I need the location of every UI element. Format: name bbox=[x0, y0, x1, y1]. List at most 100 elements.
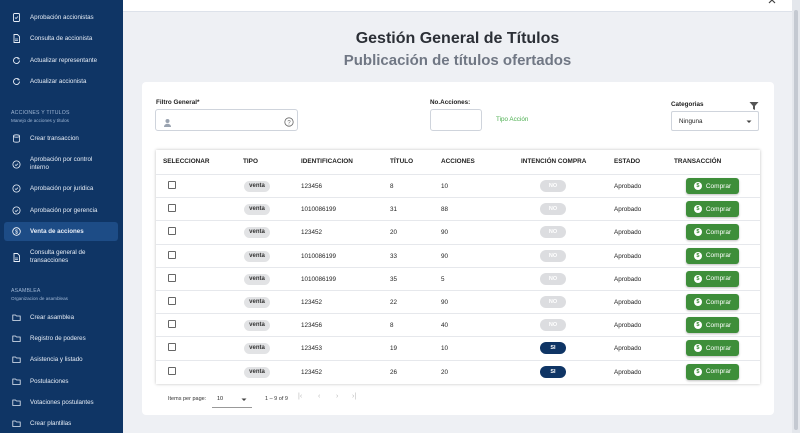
cell-titulo: 19 bbox=[390, 345, 398, 353]
cell-acciones: 88 bbox=[441, 206, 449, 214]
scrollbar[interactable] bbox=[792, 0, 800, 433]
cell-acciones: 10 bbox=[441, 183, 449, 190]
tipo-accion-toggle[interactable]: Tipo Acción bbox=[496, 116, 528, 123]
dollar-icon: $ bbox=[693, 251, 702, 260]
comprar-label: Comprar bbox=[705, 275, 732, 283]
page-subtitle: Publicación de títulos ofertados bbox=[343, 52, 572, 69]
cell-identificacion: 123453 bbox=[301, 345, 323, 353]
sidebar-item-label: Asistencia y listado bbox=[30, 355, 83, 363]
cell-estado: Aprobado bbox=[614, 368, 642, 376]
refresh-icon bbox=[12, 56, 21, 65]
row-checkbox[interactable] bbox=[168, 250, 176, 259]
cell-identificacion: 1010086199 bbox=[301, 206, 337, 214]
comprar-label: Comprar bbox=[705, 344, 732, 352]
cell-identificacion: 123456 bbox=[301, 322, 323, 330]
intencion-badge: SI bbox=[540, 342, 566, 355]
sidebar-item-postulaciones[interactable]: Postulaciones bbox=[4, 377, 118, 386]
categorias-select[interactable]: Ninguna bbox=[671, 111, 759, 131]
sidebar-item-consulta-transacciones[interactable]: Consulta general de transacciones bbox=[4, 248, 118, 266]
row-checkbox[interactable] bbox=[168, 273, 176, 282]
sidebar-item-consulta-accionista[interactable]: Consulta de accionista bbox=[4, 34, 118, 43]
next-page-icon[interactable]: › bbox=[336, 393, 338, 400]
row-checkbox[interactable] bbox=[168, 343, 176, 352]
sidebar: Aprobación accionistas Consulta de accio… bbox=[0, 0, 123, 433]
cell-estado: Aprobado bbox=[614, 275, 642, 283]
sidebar-item-aprobacion-control-interno[interactable]: Aprobación por control interno bbox=[4, 155, 118, 173]
comprar-button[interactable]: $ Comprar bbox=[686, 363, 739, 380]
sidebar-item-votaciones-postulantes[interactable]: Votaciones postulantes bbox=[4, 398, 118, 407]
categorias-label: Categorias bbox=[671, 101, 704, 108]
folder-icon bbox=[12, 313, 21, 322]
section-acciones-titulos: ACCIONES Y TITULOS bbox=[11, 110, 70, 116]
tipo-chip: venta bbox=[244, 273, 270, 285]
comprar-button[interactable]: $ Comprar bbox=[686, 317, 739, 334]
sidebar-item-venta-acciones[interactable]: $ Venta de acciones bbox=[4, 222, 118, 241]
sidebar-item-crear-plantillas[interactable]: Crear plantillas bbox=[4, 419, 118, 428]
cell-acciones: 20 bbox=[441, 368, 449, 376]
cell-acciones: 10 bbox=[441, 345, 449, 353]
last-page-icon[interactable]: ›| bbox=[352, 393, 356, 400]
row-checkbox[interactable] bbox=[168, 366, 176, 375]
sidebar-item-asistencia-listado[interactable]: Asistencia y listado bbox=[4, 355, 118, 364]
scrollbar-thumb[interactable] bbox=[794, 10, 798, 430]
table-row: venta 123452 20 90 NO Aprobado $ Comprar bbox=[156, 220, 760, 243]
folder-icon bbox=[12, 334, 21, 343]
tipo-chip: venta bbox=[244, 320, 270, 332]
sidebar-item-label: Votaciones postulantes bbox=[30, 398, 94, 406]
chevron-down-icon bbox=[746, 119, 752, 126]
prev-page-icon[interactable]: ‹ bbox=[318, 393, 320, 400]
intencion-badge: NO bbox=[540, 249, 566, 262]
sidebar-item-label: Consulta general de transacciones bbox=[30, 249, 86, 264]
sidebar-item-label: Crear plantillas bbox=[30, 419, 72, 427]
person-icon bbox=[163, 115, 172, 133]
cell-titulo: 31 bbox=[390, 206, 398, 214]
comprar-button[interactable]: $ Comprar bbox=[686, 201, 739, 218]
comprar-label: Comprar bbox=[705, 252, 732, 260]
comprar-button[interactable]: $ Comprar bbox=[686, 294, 739, 310]
comprar-button[interactable]: $ Comprar bbox=[686, 224, 739, 241]
sidebar-item-label: Registro de poderes bbox=[30, 334, 86, 342]
topbar bbox=[123, 0, 792, 12]
doc-icon bbox=[12, 252, 21, 262]
comprar-button[interactable]: $ Comprar bbox=[686, 340, 739, 357]
sidebar-item-aprobacion-accionistas[interactable]: Aprobación accionistas bbox=[4, 13, 118, 22]
filtro-general-input[interactable]: ? bbox=[155, 109, 298, 131]
cell-identificacion: 123452 bbox=[301, 368, 323, 376]
tipo-chip: venta bbox=[244, 181, 270, 192]
comprar-button[interactable]: $ Comprar bbox=[686, 247, 739, 264]
row-checkbox[interactable] bbox=[168, 227, 176, 236]
sidebar-item-registro-poderes[interactable]: Registro de poderes bbox=[4, 334, 118, 343]
col-header-tipo: TIPO bbox=[243, 158, 258, 165]
sidebar-item-label: Crear asamblea bbox=[30, 313, 75, 321]
sidebar-item-aprobacion-juridica[interactable]: Aprobación por juridica bbox=[4, 184, 118, 193]
row-checkbox[interactable] bbox=[168, 320, 176, 329]
sidebar-item-label: Venta de acciones bbox=[30, 227, 84, 235]
dollar-icon: $ bbox=[12, 227, 21, 236]
sidebar-item-actualizar-accionista[interactable]: Actualizar accionista bbox=[4, 77, 118, 86]
col-header-seleccionar: SELECCIONAR bbox=[163, 158, 210, 165]
help-icon[interactable]: ? bbox=[284, 114, 294, 132]
sidebar-item-aprobacion-gerencia[interactable]: Aprobación por gerencia bbox=[4, 206, 118, 215]
sidebar-item-actualizar-representante[interactable]: Actualizar representante bbox=[4, 56, 118, 65]
row-checkbox[interactable] bbox=[168, 297, 176, 305]
dollar-icon: $ bbox=[693, 182, 702, 190]
sidebar-item-crear-transaccion[interactable]: Crear transaccion bbox=[4, 134, 118, 143]
sidebar-item-label: Actualizar accionista bbox=[30, 77, 87, 85]
doc-icon bbox=[12, 34, 21, 43]
row-checkbox[interactable] bbox=[168, 181, 176, 189]
close-icon[interactable] bbox=[768, 0, 776, 6]
first-page-icon[interactable]: |‹ bbox=[298, 393, 302, 400]
section-acciones-subtitle: Manejo de acciones y títulos bbox=[11, 118, 69, 123]
comprar-button[interactable]: $ Comprar bbox=[686, 178, 739, 194]
dollar-icon: $ bbox=[693, 274, 702, 283]
intencion-badge: NO bbox=[540, 203, 566, 216]
page-size-select[interactable]: 10 bbox=[212, 390, 252, 408]
table-row: venta 1010086199 35 5 NO Aprobado $ Comprar bbox=[156, 266, 760, 290]
row-checkbox[interactable] bbox=[168, 204, 176, 213]
check-doc-icon bbox=[12, 13, 21, 22]
no-acciones-input[interactable] bbox=[430, 109, 482, 131]
cell-identificacion: 123452 bbox=[301, 229, 323, 237]
sidebar-item-label: Actualizar representante bbox=[30, 56, 98, 64]
comprar-button[interactable]: $ Comprar bbox=[686, 270, 739, 287]
sidebar-item-crear-asamblea[interactable]: Crear asamblea bbox=[4, 313, 118, 322]
